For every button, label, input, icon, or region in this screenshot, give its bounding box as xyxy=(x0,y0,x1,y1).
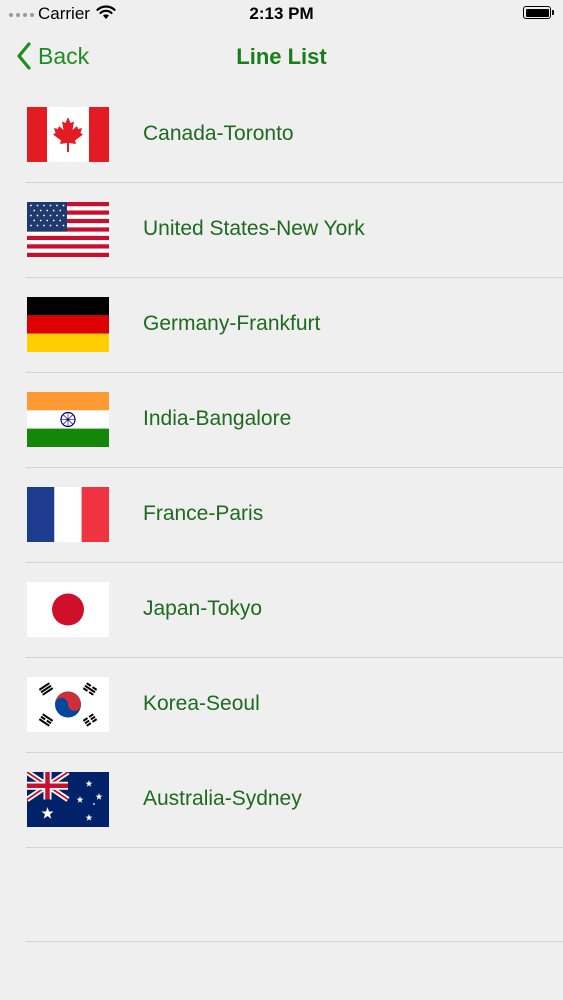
usa-flag-icon xyxy=(27,202,109,257)
list-item-japan-tokyo[interactable]: Japan-Tokyo xyxy=(0,563,563,658)
line-label: Australia-Sydney xyxy=(143,787,302,810)
row-divider xyxy=(26,847,563,848)
list-item-canada-toronto[interactable]: Canada-Toronto xyxy=(0,88,563,183)
germany-flag-icon xyxy=(27,297,109,352)
list-item-united-states-new-york[interactable]: United States-New York xyxy=(0,183,563,278)
france-flag-icon xyxy=(27,487,109,542)
line-label: India-Bangalore xyxy=(143,407,292,430)
status-bar: Carrier 2:13 PM xyxy=(0,0,563,28)
india-flag-icon xyxy=(27,392,109,447)
list-item-germany-frankfurt[interactable]: Germany-Frankfurt xyxy=(0,278,563,373)
battery-icon xyxy=(523,6,554,19)
line-label: Korea-Seoul xyxy=(143,692,260,715)
list-item-india-bangalore[interactable]: India-Bangalore xyxy=(0,373,563,468)
canada-flag-icon xyxy=(27,107,109,162)
status-time: 2:13 PM xyxy=(249,4,314,23)
list-item-korea-seoul[interactable]: Korea-Seoul xyxy=(0,658,563,753)
list-bottom-divider xyxy=(26,941,563,942)
navigation-bar: Back Line List xyxy=(0,28,563,88)
list-item-australia-sydney[interactable]: Australia-Sydney xyxy=(0,753,563,848)
line-label: Japan-Tokyo xyxy=(143,597,263,620)
japan-flag-icon xyxy=(27,582,109,637)
line-label: France-Paris xyxy=(143,502,264,525)
list-item-france-paris[interactable]: France-Paris xyxy=(0,468,563,563)
line-list: Canada-Toronto United States-New York Ge… xyxy=(0,88,563,848)
australia-flag-icon xyxy=(27,772,109,827)
line-label: Canada-Toronto xyxy=(143,122,294,145)
korea-flag-icon xyxy=(27,677,109,732)
line-label: United States-New York xyxy=(143,217,365,240)
line-label: Germany-Frankfurt xyxy=(143,312,321,335)
page-title: Line List xyxy=(236,44,327,69)
